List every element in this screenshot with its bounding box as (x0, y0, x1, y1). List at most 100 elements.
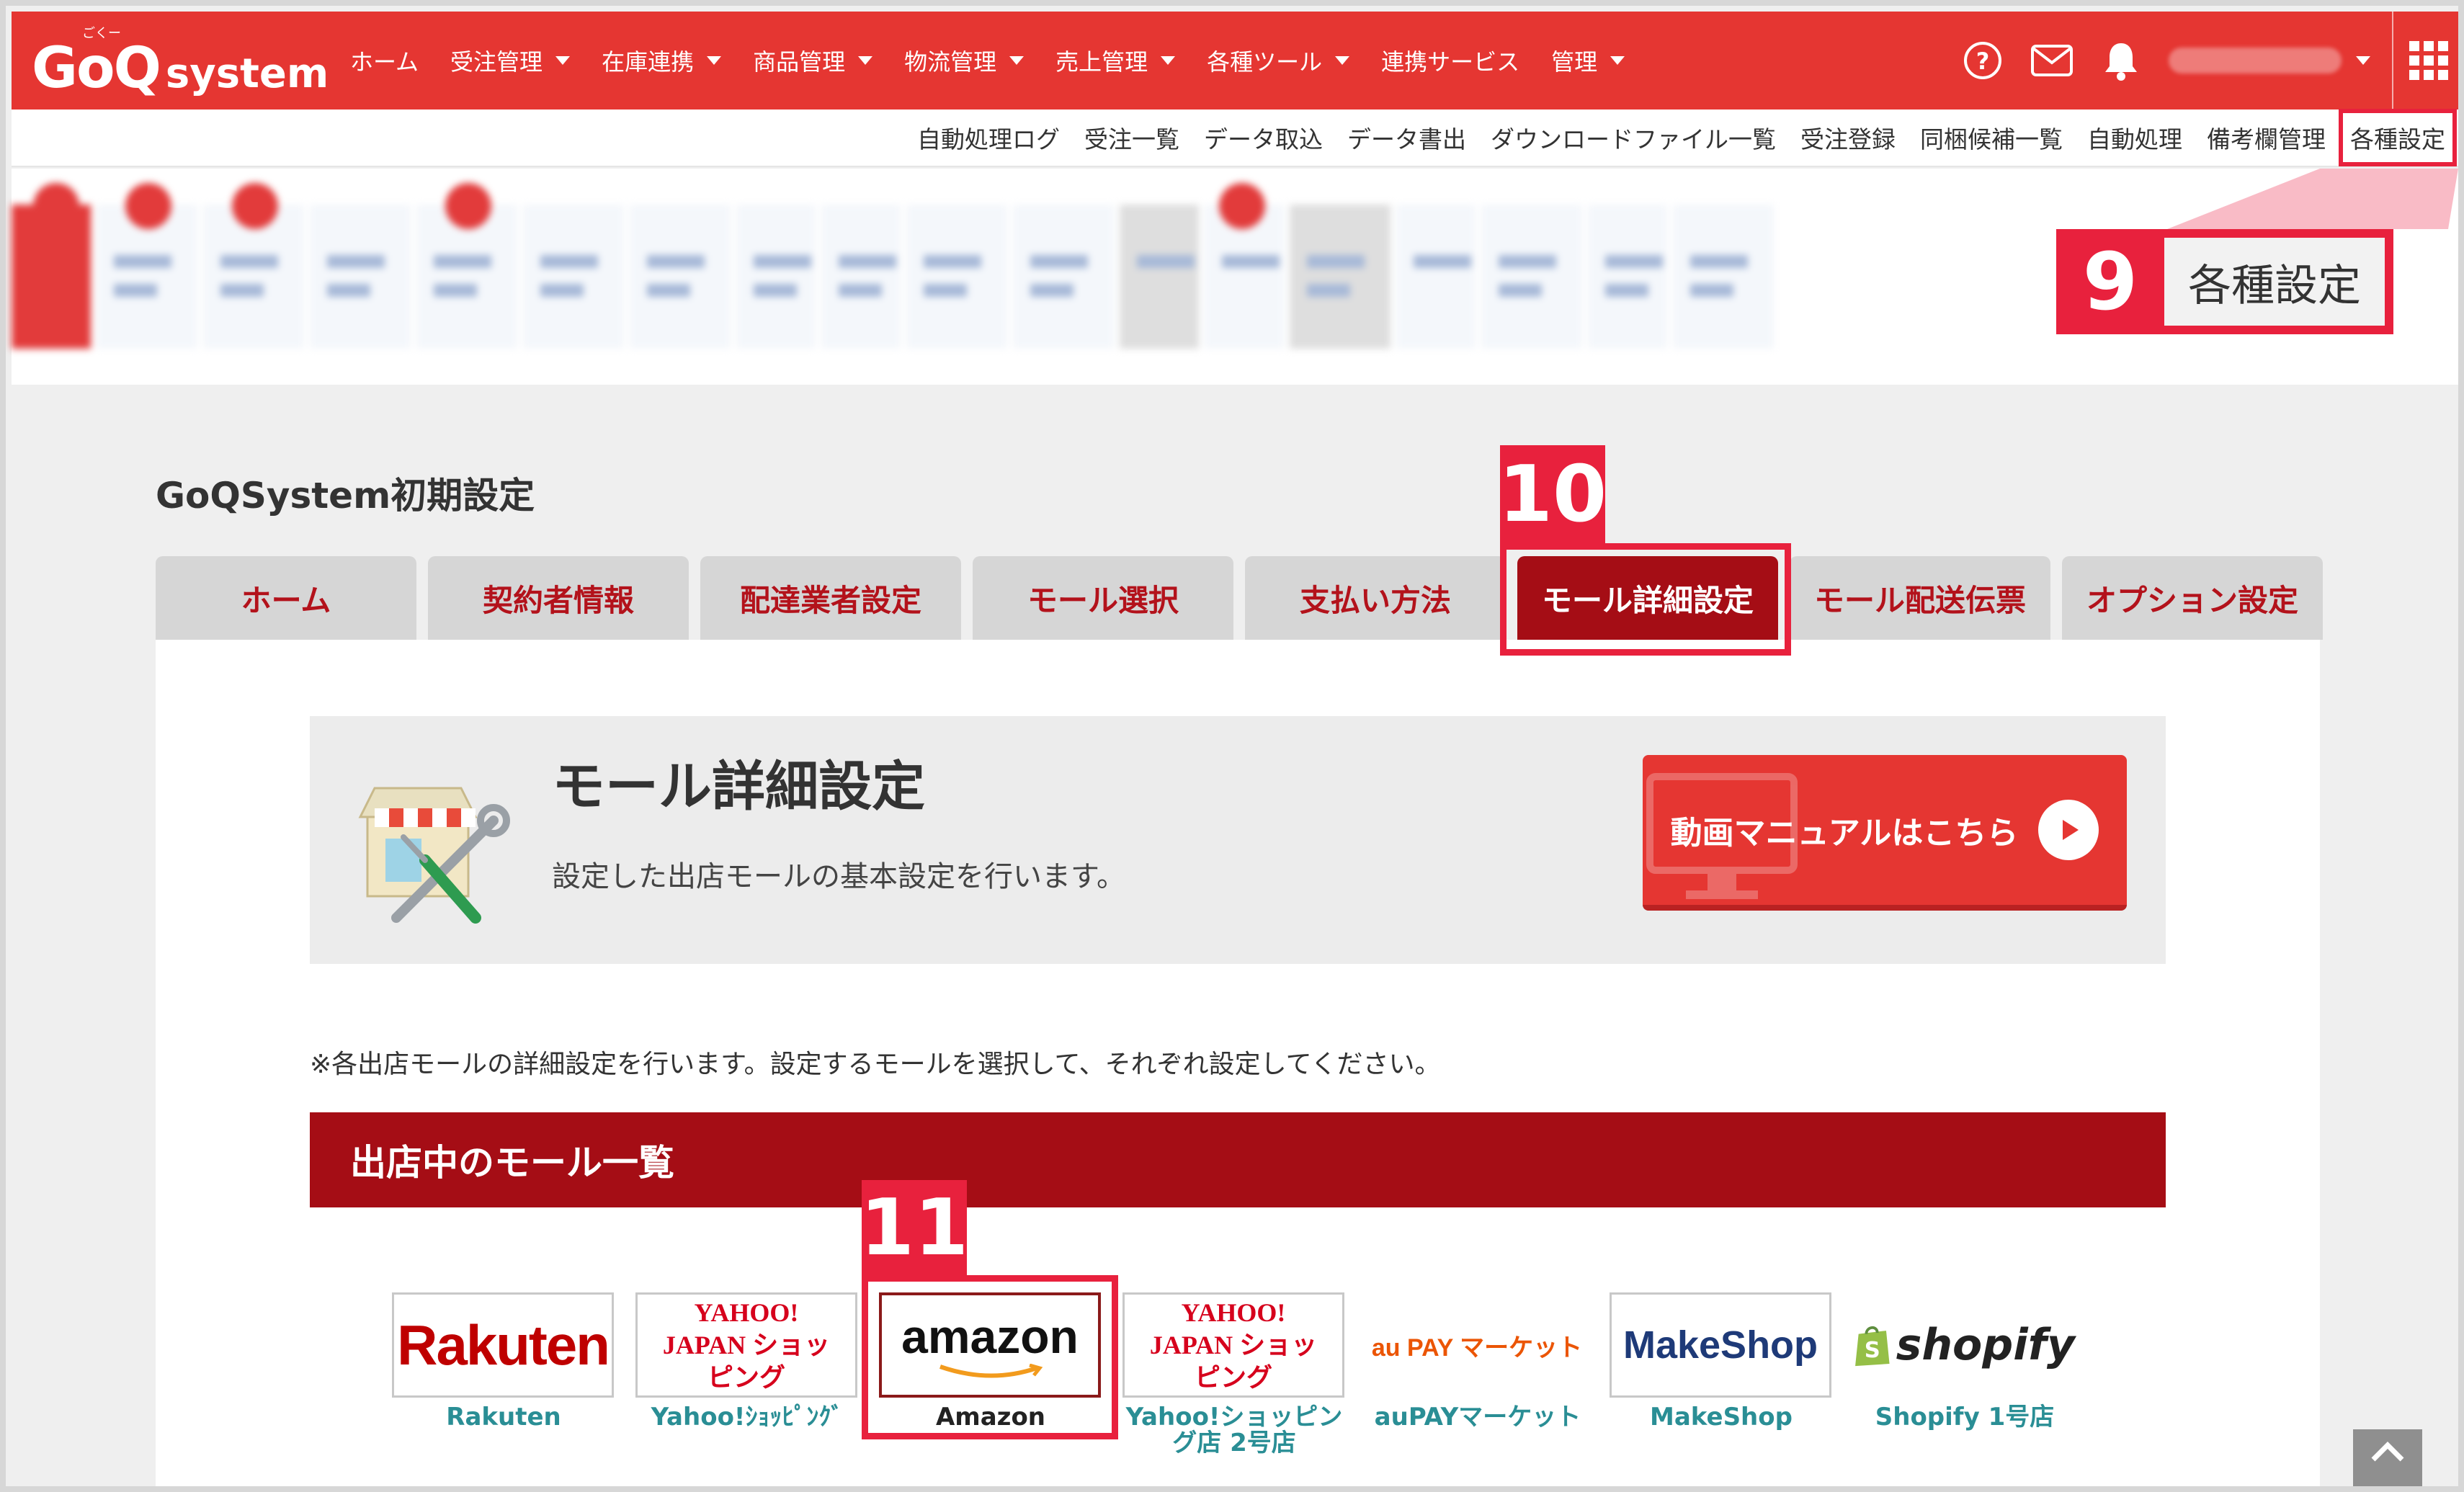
subnav-auto-process[interactable]: 自動処理 (2087, 120, 2182, 155)
logo-ruby: ごくー (82, 26, 121, 41)
toolbar-button[interactable] (821, 205, 901, 349)
shop-tools-icon (346, 752, 519, 925)
mall-name[interactable]: Rakuten (392, 1404, 615, 1431)
user-menu-name[interactable] (2169, 48, 2342, 73)
toolbar-button[interactable] (1120, 205, 1199, 349)
makeshop-logo[interactable]: MakeShop (1610, 1292, 1831, 1398)
toolbar-button[interactable] (1481, 205, 1582, 349)
toolbar-button[interactable] (310, 205, 411, 349)
nav-inventory[interactable]: 在庫連携 (602, 44, 722, 77)
mall-yahoo[interactable]: YAHOO! JAPAN ショッピング Yahoo!ｼｮｯﾋﾟﾝｸﾞ (635, 1292, 859, 1431)
toolbar-button[interactable] (416, 183, 517, 349)
tab-home[interactable]: ホーム (156, 556, 416, 640)
nav-home[interactable]: ホーム (350, 44, 419, 77)
mall-name[interactable]: Yahoo!ｼｮｯﾋﾟﾝｸﾞ (635, 1404, 859, 1431)
callout-11-frame (862, 1275, 1118, 1439)
subnav-download-list[interactable]: ダウンロードファイル一覧 (1491, 120, 1776, 155)
main-nav: ホーム 受注管理 在庫連携 商品管理 物流管理 売上管理 各種ツール 連携サービ… (350, 12, 1656, 110)
chevron-down-icon[interactable] (2356, 56, 2370, 65)
shopify-bag-icon: S (1855, 1326, 1890, 1367)
chevron-down-icon (1009, 56, 1025, 65)
mall-name[interactable]: MakeShop (1610, 1404, 1833, 1431)
mail-icon[interactable] (2030, 39, 2074, 82)
tab-carrier-settings[interactable]: 配達業者設定 (700, 556, 961, 640)
toolbar-button[interactable] (736, 205, 816, 349)
mall-name[interactable]: auPAYマーケット (1366, 1404, 1589, 1431)
nav-sales[interactable]: 売上管理 (1055, 44, 1176, 77)
mall-name[interactable]: Shopify 1号店 (1853, 1404, 2076, 1431)
scroll-top-button[interactable]: TOP (2353, 1429, 2422, 1492)
nav-admin[interactable]: 管理 (1551, 44, 1625, 77)
video-manual-button[interactable]: 動画マニュアルはこちら (1643, 755, 2127, 911)
chevron-down-icon (555, 56, 571, 65)
tab-option-settings[interactable]: オプション設定 (2062, 556, 2323, 640)
svg-text:?: ? (1976, 48, 1990, 75)
subnav-order-register[interactable]: 受注登録 (1800, 120, 1896, 155)
chevron-up-icon (2371, 1442, 2404, 1462)
chevron-down-icon (1610, 56, 1625, 65)
shopify-logo[interactable]: S shopify (1853, 1292, 2075, 1398)
rakuten-logo[interactable]: Rakuten (392, 1292, 614, 1398)
bell-icon[interactable] (2099, 39, 2143, 82)
aupay-logo[interactable]: au PAY マーケット (1366, 1292, 1588, 1398)
callout-11-number: 11 (860, 1180, 968, 1275)
subnav-order-list[interactable]: 受注一覧 (1084, 120, 1179, 155)
toolbar-button[interactable] (630, 205, 731, 349)
mall-yahoo-2[interactable]: YAHOO! JAPAN ショッピング Yahoo!ショッピング店 2号店 (1122, 1292, 1346, 1456)
mall-makeshop[interactable]: MakeShop MakeShop (1610, 1292, 1833, 1431)
chevron-down-icon (858, 56, 873, 65)
yahoo-shopping-logo[interactable]: YAHOO! JAPAN ショッピング (635, 1292, 857, 1398)
toolbar-button[interactable] (1588, 205, 1667, 349)
goq-logo[interactable]: ごくー GoQ system (32, 26, 329, 101)
mall-rakuten[interactable]: Rakuten Rakuten (392, 1292, 615, 1431)
subnav-settings[interactable]: 各種設定 (2339, 109, 2457, 166)
mall-name[interactable]: Yahoo!ショッピング店 2号店 (1122, 1404, 1346, 1456)
instruction-note: ※各出店モールの詳細設定を行います。設定するモールを選択して、それぞれ設定してく… (310, 1050, 1441, 1079)
toolbar-button[interactable] (1396, 205, 1476, 349)
apps-grid-icon[interactable] (2392, 12, 2458, 110)
tab-payment[interactable]: 支払い方法 (1245, 556, 1506, 640)
chevron-down-icon (707, 56, 722, 65)
callout-9-number: 9 (2082, 236, 2138, 328)
mall-aupay[interactable]: au PAY マーケット auPAYマーケット (1366, 1292, 1589, 1431)
subnav-auto-log[interactable]: 自動処理ログ (917, 120, 1060, 155)
mall-list-header: 出店中のモール一覧 (310, 1112, 2166, 1207)
toolbar-button[interactable] (1013, 205, 1114, 349)
nav-logistics[interactable]: 物流管理 (904, 44, 1025, 77)
tab-mall-shipping-slip[interactable]: モール配送伝票 (1790, 556, 2050, 640)
toolbar-button[interactable] (1673, 205, 1774, 349)
tab-contractor-info[interactable]: 契約者情報 (428, 556, 689, 640)
tab-mall-select[interactable]: モール選択 (973, 556, 1233, 640)
toolbar-button[interactable] (97, 183, 197, 349)
play-icon (2038, 800, 2099, 860)
sub-nav: 自動処理ログ 受注一覧 データ取込 データ書出 ダウンロードファイル一覧 受注登… (12, 109, 2458, 167)
toolbar-button[interactable] (1290, 205, 1391, 349)
mall-shopify[interactable]: S shopify Shopify 1号店 (1853, 1292, 2076, 1431)
toolbar-button[interactable] (1205, 183, 1284, 349)
help-icon[interactable]: ? (1961, 39, 2004, 82)
subnav-data-import[interactable]: データ取込 (1204, 120, 1323, 155)
subnav-data-export[interactable]: データ書出 (1347, 120, 1466, 155)
toolbar-button[interactable] (523, 205, 624, 349)
subnav-bundle-candidates[interactable]: 同梱候補一覧 (1920, 120, 2063, 155)
chevron-down-icon (1161, 56, 1176, 65)
chevron-down-icon (1335, 56, 1350, 65)
yahoo-shopping-logo[interactable]: YAHOO! JAPAN ショッピング (1122, 1292, 1344, 1398)
svg-text:S: S (1865, 1338, 1880, 1363)
callout-10-number: 10 (1499, 445, 1607, 543)
nav-orders[interactable]: 受注管理 (450, 44, 571, 77)
subnav-remarks[interactable]: 備考欄管理 (2207, 120, 2326, 155)
toolbar-button[interactable] (12, 183, 91, 349)
logo-main: GoQ (32, 36, 161, 101)
nav-services[interactable]: 連携サービス (1381, 44, 1519, 77)
page-title: GoQSystem初期設定 (156, 475, 535, 517)
callout-9-label: 各種設定 (2164, 238, 2385, 326)
callout-9: 9 各種設定 (2056, 229, 2393, 334)
nav-products[interactable]: 商品管理 (753, 44, 873, 77)
toolbar-button[interactable] (906, 205, 1007, 349)
callout-10-frame (1500, 543, 1791, 656)
scroll-top-label: TOP (2373, 1486, 2402, 1492)
nav-tools[interactable]: 各種ツール (1207, 44, 1350, 77)
top-header: ごくー GoQ system ホーム 受注管理 在庫連携 商品管理 物流管理 売… (12, 12, 2458, 110)
toolbar-button[interactable] (203, 183, 304, 349)
